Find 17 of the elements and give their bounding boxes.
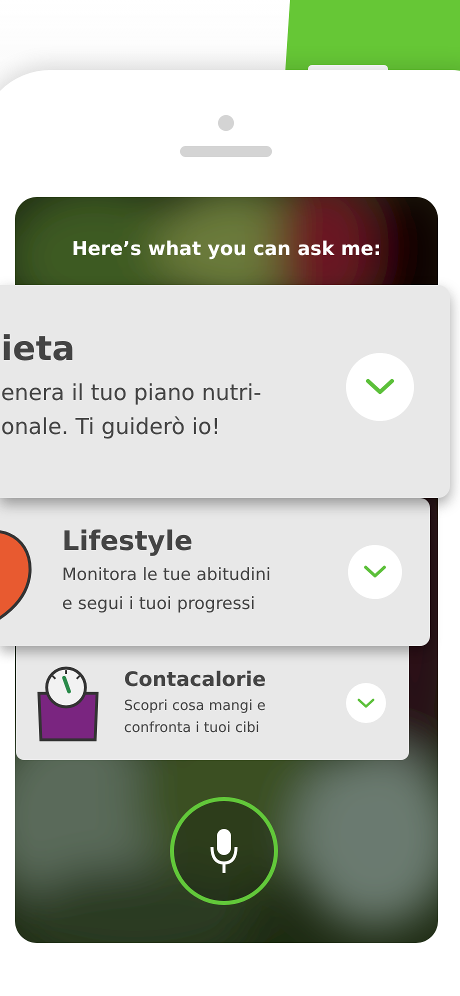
card-title: Contacalorie [124, 667, 267, 691]
chevron-down-icon [357, 698, 375, 708]
card-title: Lifestyle [62, 526, 194, 556]
card-description: Monitora le tue abitudini e segui i tuoi progressi [62, 564, 272, 616]
suggestion-card[interactable]: ieta enera il tuo piano nutri- onale. Ti guiderò io! [0, 285, 450, 498]
card-title: ieta [1, 328, 76, 368]
camera-dot [218, 115, 234, 131]
expand-button[interactable] [346, 683, 386, 723]
suggestion-card[interactable]: Lifestyle Monitora le tue abitudini e segui i tuoi progressi [0, 498, 430, 646]
scale-icon [37, 664, 99, 742]
prompt-heading: Here’s what you can ask me: [70, 237, 382, 262]
chevron-down-icon [364, 378, 396, 396]
card-description: Scopri cosa mangi e confronta i tuoi cibi [124, 697, 267, 738]
chevron-down-icon [363, 565, 387, 579]
microphone-icon [209, 827, 239, 875]
card-description: enera il tuo piano nutri- onale. Ti guiderò io! [1, 380, 262, 442]
suggestion-card[interactable]: Contacalorie Scopri cosa mangi e confronta i tuoi cibi [16, 646, 409, 760]
